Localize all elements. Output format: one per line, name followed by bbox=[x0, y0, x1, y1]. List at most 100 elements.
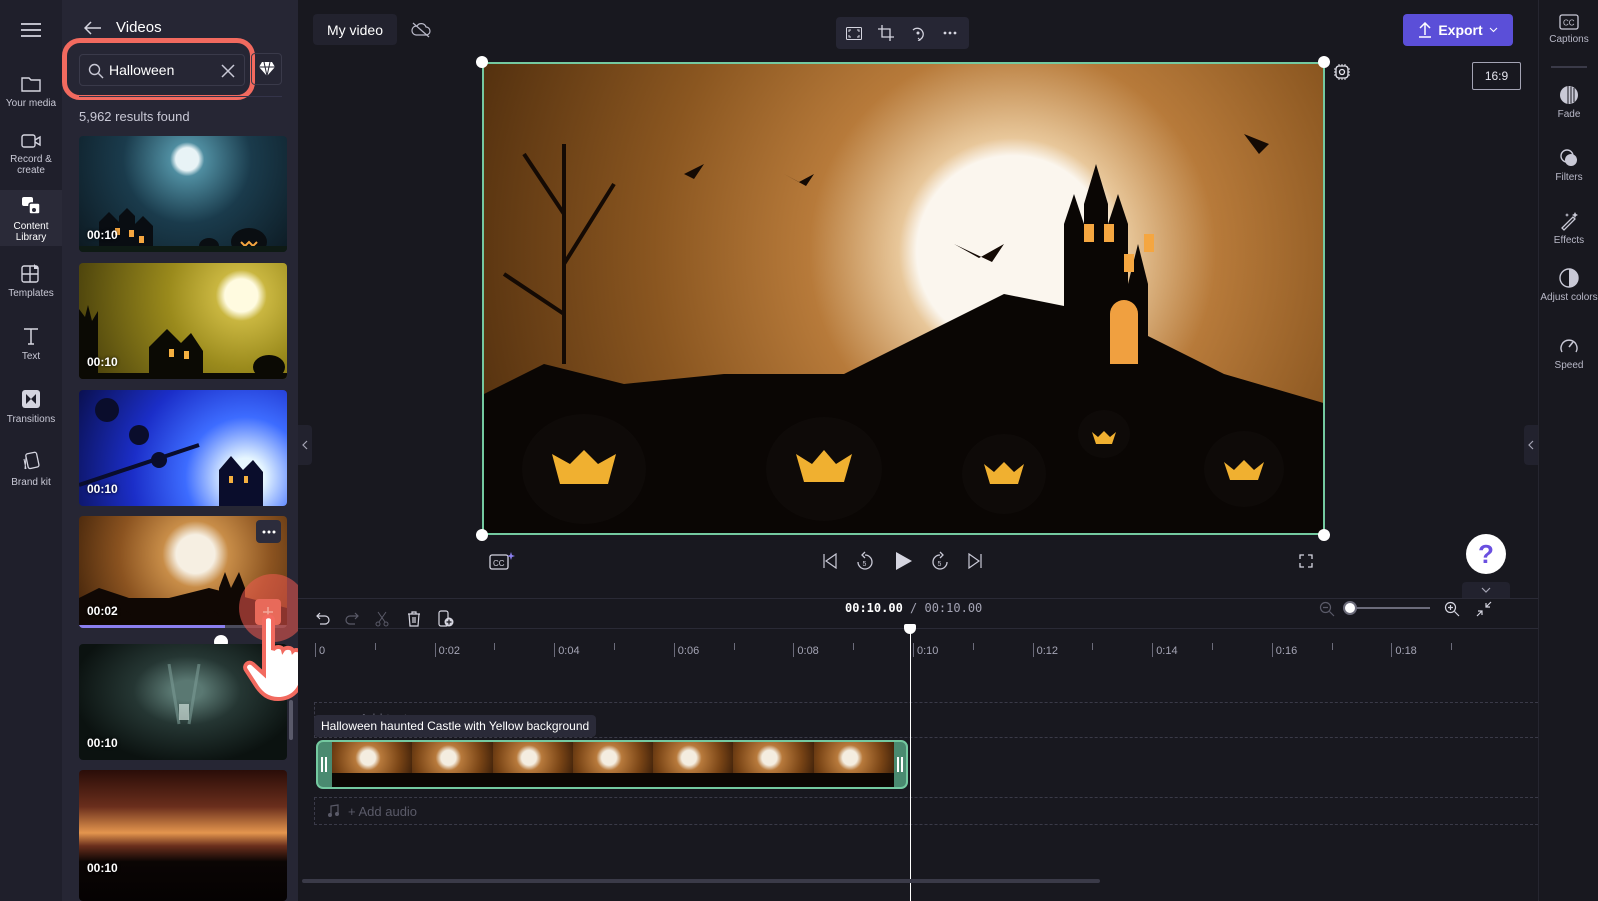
clip-trim-handle-right[interactable] bbox=[897, 757, 903, 772]
undo-button[interactable] bbox=[312, 608, 334, 630]
rn-item-filters[interactable]: Filters bbox=[1539, 148, 1598, 188]
rn-item-adjust-colors[interactable]: Adjust colors bbox=[1539, 268, 1598, 318]
more-options-button[interactable] bbox=[938, 22, 962, 44]
add-audio-label[interactable]: + Add audio bbox=[348, 804, 417, 819]
ruler-minor-tick bbox=[494, 643, 496, 650]
nav-item-label: Text bbox=[21, 351, 41, 362]
rotate-button[interactable] bbox=[906, 22, 930, 44]
ruler-major-tick bbox=[554, 643, 556, 657]
add-media-clip-button[interactable] bbox=[435, 608, 457, 630]
timeline-zoom-handle[interactable] bbox=[1343, 601, 1357, 615]
nav-item-label: Record & create bbox=[10, 154, 52, 176]
forward-5-button[interactable]: 5 bbox=[928, 549, 952, 573]
resize-handle-bottom-right[interactable] bbox=[1318, 529, 1330, 541]
ruler-label: 0:16 bbox=[1275, 645, 1298, 657]
rn-item-effects[interactable]: Effects bbox=[1539, 211, 1598, 251]
svg-text:5: 5 bbox=[938, 561, 942, 568]
current-time: 00:10.00 bbox=[845, 601, 903, 615]
chevron-left-icon bbox=[1528, 440, 1534, 450]
help-button[interactable]: ? bbox=[1466, 534, 1506, 574]
hamburger-menu-button[interactable] bbox=[17, 18, 45, 42]
nav-item-brand-kit[interactable]: Brand kit bbox=[0, 451, 62, 493]
hamburger-icon bbox=[21, 23, 41, 37]
panel-scrollbar[interactable] bbox=[289, 700, 293, 740]
auto-captions-button[interactable]: CC bbox=[488, 550, 518, 572]
rn-item-label: Speed bbox=[1554, 360, 1584, 371]
ruler-major-tick bbox=[913, 643, 914, 657]
collapse-right-panel-button[interactable] bbox=[1524, 425, 1538, 465]
skip-forward-button[interactable] bbox=[963, 549, 987, 573]
cloud-status-button[interactable] bbox=[409, 18, 433, 42]
premium-filter-button[interactable] bbox=[251, 53, 282, 85]
fit-button[interactable] bbox=[842, 22, 866, 44]
resize-handle-bottom-left[interactable] bbox=[476, 529, 488, 541]
rewind-5-icon: 5 bbox=[857, 551, 873, 570]
collapse-arrows-icon bbox=[1476, 601, 1492, 617]
redo-button[interactable] bbox=[341, 608, 363, 630]
collapse-left-panel-button[interactable] bbox=[298, 425, 312, 465]
nav-item-content-library[interactable]: Content Library bbox=[0, 190, 62, 246]
split-button[interactable] bbox=[371, 608, 393, 630]
video-preview-canvas[interactable] bbox=[482, 62, 1325, 535]
chevron-left-icon bbox=[302, 440, 308, 450]
nav-item-label: Content Library bbox=[13, 221, 49, 243]
nav-item-text[interactable]: Text bbox=[0, 325, 62, 367]
rn-item-captions[interactable]: CC Captions bbox=[1539, 14, 1598, 54]
zoom-out-button[interactable] bbox=[1316, 598, 1338, 620]
playhead-handle[interactable] bbox=[904, 624, 916, 634]
skip-back-button[interactable] bbox=[818, 549, 842, 573]
project-name-button[interactable]: My video bbox=[313, 14, 397, 45]
clip-trim-handle-left[interactable] bbox=[321, 757, 327, 772]
video-thumbnail[interactable]: 00:10 bbox=[79, 136, 287, 252]
captions-sparkle-icon: CC bbox=[489, 552, 515, 570]
video-clip[interactable] bbox=[316, 740, 908, 789]
diamond-icon bbox=[258, 61, 275, 77]
video-thumbnail[interactable]: 00:10 bbox=[79, 390, 287, 506]
audio-track[interactable]: + Add audio bbox=[314, 797, 1538, 825]
help-icon: ? bbox=[1478, 538, 1494, 569]
ruler-label: 0:10 bbox=[917, 645, 939, 657]
thumbnail-duration: 00:10 bbox=[87, 228, 118, 242]
play-button[interactable] bbox=[890, 547, 918, 575]
fit-timeline-button[interactable] bbox=[1473, 598, 1495, 620]
clip-frame bbox=[813, 742, 894, 787]
video-thumbnail[interactable]: 00:10 bbox=[79, 263, 287, 379]
nav-item-templates[interactable]: Templates bbox=[0, 262, 62, 304]
rn-item-fade[interactable]: Fade bbox=[1539, 85, 1598, 125]
ruler-major-tick bbox=[793, 643, 795, 657]
svg-text:5: 5 bbox=[863, 561, 867, 568]
rn-item-speed[interactable]: Speed bbox=[1539, 336, 1598, 376]
canvas-settings-button[interactable] bbox=[1332, 62, 1352, 82]
zoom-in-icon bbox=[1444, 601, 1460, 617]
music-note-icon bbox=[328, 804, 339, 817]
close-icon bbox=[221, 64, 235, 78]
resize-handle-top-left[interactable] bbox=[476, 56, 488, 68]
resize-handle-top-right[interactable] bbox=[1318, 56, 1330, 68]
video-thumbnail[interactable]: 00:10 bbox=[79, 770, 287, 901]
crop-button[interactable] bbox=[874, 22, 898, 44]
back-button[interactable] bbox=[82, 18, 104, 38]
nav-item-transitions[interactable]: Transitions bbox=[0, 388, 62, 430]
rewind-5-button[interactable]: 5 bbox=[853, 549, 877, 573]
nav-item-your-media[interactable]: Your media bbox=[0, 74, 62, 120]
timeline-horizontal-scrollbar[interactable] bbox=[302, 879, 1100, 883]
fullscreen-button[interactable] bbox=[1295, 550, 1317, 572]
ruler-label: 0:02 bbox=[438, 645, 461, 657]
nav-item-record-create[interactable]: Record & create bbox=[0, 132, 62, 184]
ruler-major-tick bbox=[434, 643, 436, 657]
folder-icon bbox=[21, 77, 41, 92]
zoom-in-button[interactable] bbox=[1441, 598, 1463, 620]
clear-search-button[interactable] bbox=[218, 61, 238, 81]
nav-item-label: Transitions bbox=[6, 414, 56, 425]
search-input[interactable]: Halloween bbox=[79, 54, 245, 86]
collapse-timeline-button[interactable] bbox=[1462, 582, 1510, 598]
thumbnail-more-button[interactable] bbox=[256, 520, 281, 543]
left-navigation: Your media Record & create Content Libra… bbox=[0, 0, 62, 901]
redo-icon bbox=[345, 612, 359, 625]
timeline-zoom-slider[interactable] bbox=[1348, 607, 1430, 609]
search-icon bbox=[88, 63, 104, 79]
delete-button[interactable] bbox=[403, 608, 425, 630]
aspect-ratio-button[interactable]: 16:9 bbox=[1472, 62, 1521, 90]
upload-icon bbox=[1419, 22, 1432, 38]
export-button[interactable]: Export bbox=[1403, 14, 1513, 46]
